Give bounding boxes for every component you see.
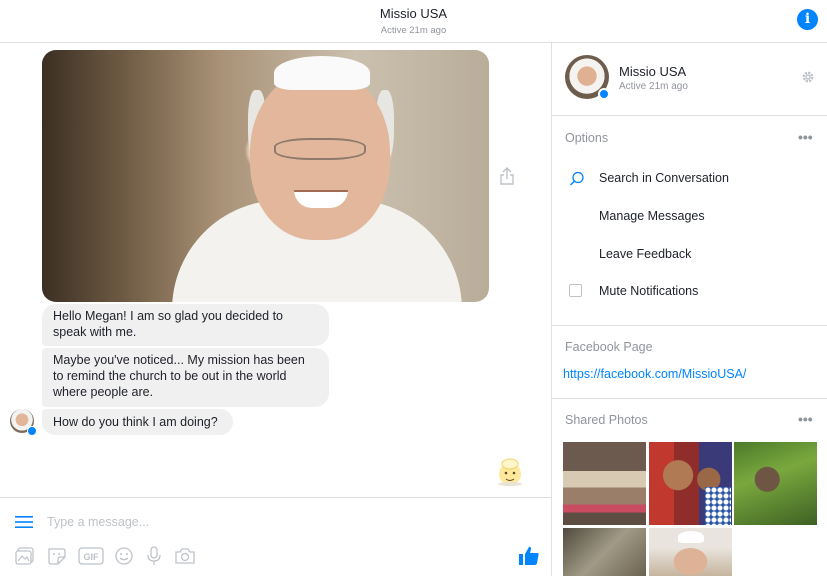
shared-photo-thumbnail[interactable]: [563, 442, 646, 525]
shared-photos-section: Shared Photos •••: [552, 399, 827, 576]
mute-notifications-checkbox[interactable]: [569, 284, 582, 297]
image-icon[interactable]: [14, 546, 36, 566]
profile-section: Missio USA Active 21m ago: [552, 43, 827, 116]
message-bubble[interactable]: How do you think I am doing?: [42, 409, 233, 435]
message-thread: Hello Megan! I am so glad you decided to…: [0, 43, 551, 576]
microphone-icon[interactable]: [143, 546, 165, 566]
leave-feedback[interactable]: Leave Feedback: [599, 247, 691, 261]
shared-photo-thumbnail[interactable]: [649, 442, 732, 525]
shared-photo-thumbnail[interactable]: [734, 442, 817, 525]
conversation-header: Missio USA Active 21m ago i: [0, 0, 827, 43]
shared-photo-thumbnail[interactable]: [563, 528, 646, 576]
photo-message[interactable]: [42, 50, 489, 302]
emoji-icon[interactable]: [113, 546, 135, 566]
search-icon: [569, 171, 584, 186]
share-icon[interactable]: [499, 166, 515, 186]
options-section: Options ••• Search in Conversation Manag…: [552, 116, 827, 326]
facebook-page-link[interactable]: https://facebook.com/MissioUSA/: [563, 367, 746, 381]
composer: GIF: [0, 497, 551, 576]
shared-photos-more-icon[interactable]: •••: [798, 411, 813, 427]
menu-icon[interactable]: [15, 515, 33, 529]
shared-photos-title: Shared Photos: [565, 413, 648, 427]
mute-notifications[interactable]: Mute Notifications: [599, 284, 698, 298]
manage-messages[interactable]: Manage Messages: [599, 209, 705, 223]
profile-name[interactable]: Missio USA: [619, 64, 686, 79]
message-bubble[interactable]: Hello Megan! I am so glad you decided to…: [42, 304, 329, 346]
shared-photo-thumbnail[interactable]: [649, 528, 732, 576]
camera-icon[interactable]: [174, 546, 196, 566]
info-icon[interactable]: i: [797, 9, 818, 30]
facebook-page-section: Facebook Page https://facebook.com/Missi…: [552, 326, 827, 399]
conversation-title: Missio USA: [379, 6, 448, 21]
gear-icon[interactable]: [801, 70, 815, 84]
sticker-icon: [498, 458, 522, 486]
profile-status: Active 21m ago: [619, 81, 688, 92]
message-input[interactable]: [47, 513, 447, 531]
options-more-icon[interactable]: •••: [798, 129, 813, 145]
messenger-badge-icon: [27, 426, 37, 436]
sticker-icon[interactable]: [46, 546, 68, 566]
svg-text:GIF: GIF: [84, 552, 100, 562]
facebook-page-title: Facebook Page: [565, 340, 653, 354]
conversation-details-panel: Missio USA Active 21m ago Options ••• Se…: [552, 43, 827, 576]
options-title: Options: [565, 131, 609, 145]
conversation-status: Active 21m ago: [380, 25, 447, 36]
search-in-conversation[interactable]: Search in Conversation: [599, 171, 729, 185]
thumbs-up-icon[interactable]: [518, 545, 540, 567]
messenger-badge-icon: [598, 88, 610, 100]
message-bubble[interactable]: Maybe you've noticed... My mission has b…: [42, 348, 329, 407]
gif-icon[interactable]: GIF: [78, 546, 104, 566]
